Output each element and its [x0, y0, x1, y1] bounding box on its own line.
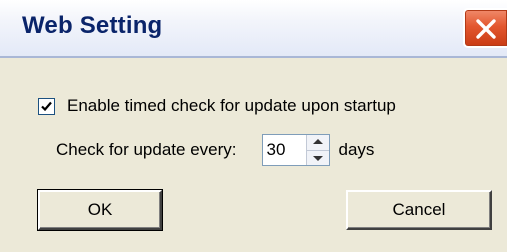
check-interval-input[interactable]: 30: [263, 135, 306, 165]
spinner-down-button[interactable]: [307, 149, 330, 165]
title-bar[interactable]: Web Setting: [0, 0, 507, 58]
web-setting-dialog: Web Setting Enable timed check for updat…: [0, 0, 507, 252]
check-interval-row: Check for update every: 30 days: [56, 134, 374, 166]
ok-button[interactable]: OK: [37, 189, 163, 231]
arrow-up-icon: [313, 139, 324, 144]
enable-timed-check-label[interactable]: Enable timed check for update upon start…: [67, 96, 396, 116]
dialog-body: Enable timed check for update upon start…: [0, 58, 507, 252]
spinner-buttons: [306, 135, 330, 165]
close-button[interactable]: [463, 8, 507, 48]
window-title: Web Setting: [22, 12, 163, 39]
enable-timed-check-option[interactable]: Enable timed check for update upon start…: [38, 96, 396, 116]
close-x-icon: [476, 19, 496, 39]
arrow-down-icon: [313, 155, 324, 161]
checkmark-icon: [41, 101, 52, 111]
cancel-button[interactable]: Cancel: [346, 190, 492, 230]
check-interval-label: Check for update every:: [56, 140, 237, 159]
enable-timed-check-checkbox[interactable]: [38, 97, 55, 115]
interval-unit-label: days: [338, 140, 375, 159]
check-interval-spinner[interactable]: 30: [262, 134, 331, 166]
spinner-up-button[interactable]: [307, 135, 330, 150]
